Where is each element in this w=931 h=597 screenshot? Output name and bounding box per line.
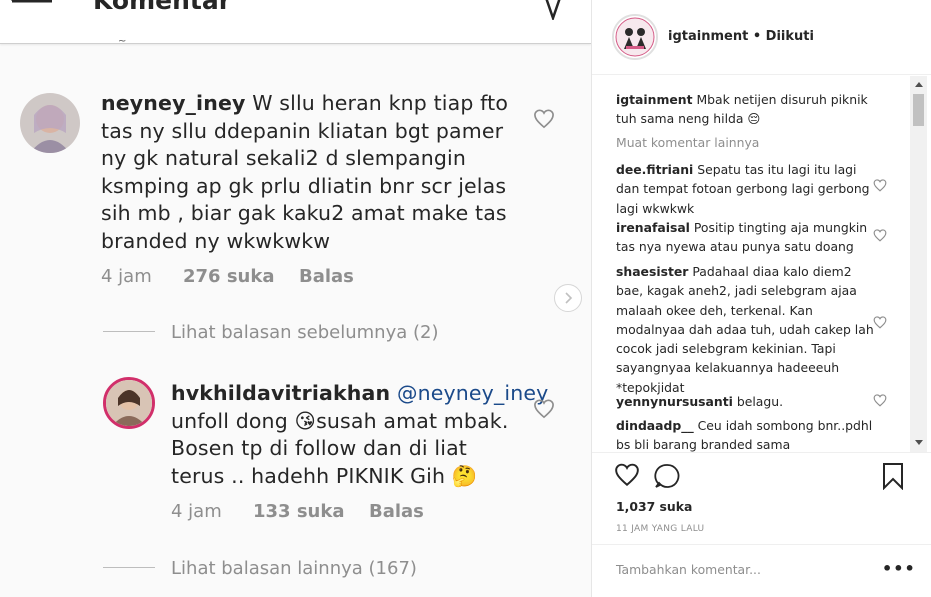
- comment-likes: 276 suka: [183, 266, 275, 287]
- avatar: [103, 377, 155, 429]
- post-header: igtainment • Diikuti: [592, 0, 931, 75]
- scrollbar[interactable]: [910, 76, 927, 452]
- view-previous-replies: Lihat balasan sebelumnya (2): [171, 322, 439, 343]
- more-options-icon[interactable]: •••: [882, 559, 916, 578]
- likes-count[interactable]: 1,037 suka: [616, 499, 692, 514]
- heart-icon[interactable]: [873, 179, 887, 192]
- comment-username[interactable]: hvkhildavitriakhan: [171, 381, 390, 405]
- scroll-up-icon[interactable]: [910, 78, 927, 90]
- caption-username[interactable]: igtainment: [616, 92, 693, 107]
- comment-time: 4 jam: [101, 266, 152, 287]
- view-more-replies: Lihat balasan lainnya (167): [171, 558, 417, 579]
- comment-username[interactable]: dindaadp__: [616, 418, 694, 433]
- comment-likes: 133 suka: [253, 501, 345, 522]
- reply-button: Balas: [299, 266, 354, 287]
- reply-button: Balas: [369, 501, 424, 522]
- heart-icon[interactable]: [873, 316, 887, 329]
- scroll-tick: ~: [118, 36, 127, 47]
- add-comment-bar: Tambahkan komentar... •••: [592, 544, 931, 597]
- heart-icon[interactable]: [614, 463, 640, 487]
- poster-avatar[interactable]: [612, 14, 658, 60]
- heart-icon[interactable]: [873, 229, 887, 242]
- poster-username-row: igtainment • Diikuti: [668, 29, 814, 44]
- scrollbar-thumb[interactable]: [913, 94, 924, 126]
- avatar: [20, 93, 80, 153]
- phone-top-bar: Komentar ~: [0, 0, 591, 47]
- post-side-panel: igtainment • Diikuti igtainment Mbak net…: [591, 0, 931, 597]
- list-item: irenafaisal Positip tingting aja mungkin…: [616, 220, 868, 255]
- follow-status[interactable]: • Diikuti: [753, 29, 814, 44]
- poster-username[interactable]: igtainment: [668, 29, 748, 44]
- divider: [103, 567, 155, 568]
- heart-icon: [534, 399, 554, 419]
- comment-username[interactable]: dee.fitriani: [616, 162, 693, 177]
- heart-icon: [534, 109, 554, 129]
- direct-send-icon: [545, 0, 561, 20]
- bookmark-icon[interactable]: [882, 462, 904, 490]
- post-actions: 1,037 suka 11 JAM YANG LALU: [592, 452, 931, 552]
- post-image: Komentar ~ neyney_iney W sllu heran knp …: [0, 0, 591, 597]
- comment-text: neyney_iney W sllu heran knp tiap fto ta…: [101, 91, 509, 253]
- post-timestamp: 11 JAM YANG LALU: [616, 524, 705, 534]
- list-item: shaesister Padahaal diaa kalo diem2 bae,…: [616, 264, 874, 395]
- list-item: dindaadp__ Ceu idah sombong bnr..pdhl bs…: [616, 418, 873, 452]
- chevron-right-icon: [554, 284, 582, 312]
- caption: igtainment Mbak netijen disuruh piknik t…: [616, 92, 868, 127]
- back-arrow-icon: [11, 0, 52, 3]
- comment-icon[interactable]: [654, 463, 680, 489]
- comment-username[interactable]: irenafaisal: [616, 220, 690, 235]
- emoji: 😘: [294, 408, 317, 433]
- list-item: yennynursusanti belagu.: [616, 394, 784, 409]
- comment-username[interactable]: shaesister: [616, 264, 688, 279]
- load-more-comments[interactable]: Muat komentar lainnya: [616, 135, 759, 150]
- add-comment-input[interactable]: Tambahkan komentar...: [616, 562, 761, 577]
- comment-username[interactable]: yennynursusanti: [616, 394, 733, 409]
- comment-time: 4 jam: [171, 501, 222, 522]
- comment-text: hvkhildavitriakhan @neyney_iney unfoll d…: [171, 381, 549, 488]
- phone-screen-title: Komentar: [93, 0, 232, 15]
- comments-list[interactable]: igtainment Mbak netijen disuruh piknik t…: [592, 76, 931, 452]
- comment-username[interactable]: neyney_iney: [101, 91, 246, 115]
- scroll-down-icon[interactable]: [910, 436, 927, 448]
- divider: [103, 331, 155, 332]
- list-item: dee.fitriani Sepatu tas itu lagi itu lag…: [616, 162, 870, 216]
- mention-link[interactable]: @neyney_iney: [397, 381, 548, 405]
- heart-icon[interactable]: [873, 394, 887, 407]
